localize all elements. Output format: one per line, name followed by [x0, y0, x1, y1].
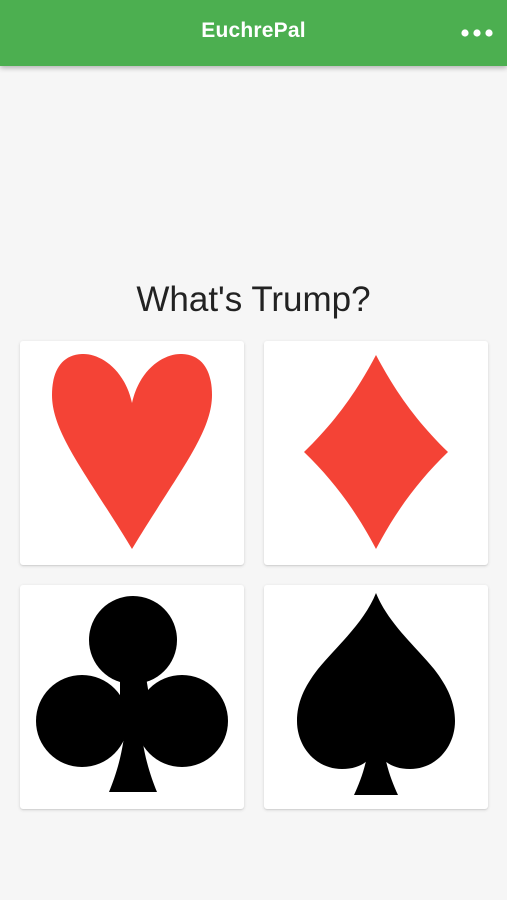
trump-question: What's Trump?: [136, 280, 371, 319]
club-icon: [36, 596, 228, 792]
spade-icon: [297, 593, 455, 795]
heart-icon: [52, 353, 212, 549]
suit-button-hearts[interactable]: [20, 341, 244, 565]
more-horizontal-icon: [461, 29, 493, 37]
suit-button-clubs[interactable]: [20, 585, 244, 809]
suit-button-spades[interactable]: [264, 585, 488, 809]
diamond-icon: [304, 355, 448, 549]
overflow-menu-button[interactable]: [457, 18, 497, 48]
app-title: EuchrePal: [201, 19, 306, 42]
suit-button-diamonds[interactable]: [264, 341, 488, 565]
app-bar: EuchrePal: [0, 0, 507, 66]
